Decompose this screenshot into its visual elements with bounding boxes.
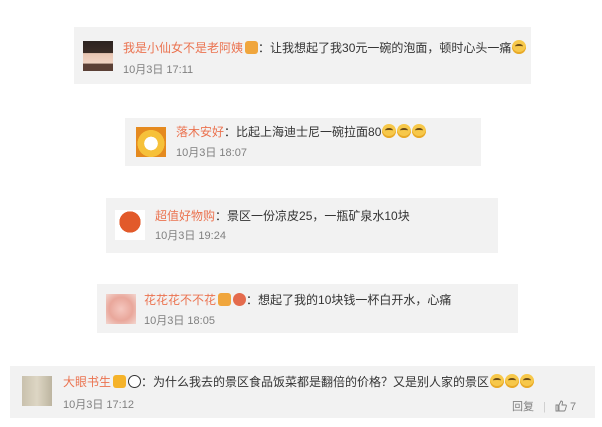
reply-button[interactable]: 回复 <box>512 401 534 413</box>
crown-badge-icon <box>218 293 232 306</box>
comment-username[interactable]: 花花花不不花 <box>144 293 216 307</box>
comment-time: 10月3日 17:11 <box>123 64 194 76</box>
comment-text: ：比起上海迪士尼一碗拉面80 <box>224 125 382 139</box>
comment-card: 超值好物购：景区一份凉皮25，一瓶矿泉水10块 10月3日 19:24 <box>106 198 498 253</box>
laugh-cry-emoji-icon <box>412 124 427 138</box>
comment-line: 我是小仙女不是老阿姨 ：让我想起了我30元一碗的泡面，顿时心头一痛 <box>123 40 527 56</box>
vip-badge-icon <box>113 375 127 388</box>
comment-line: 超值好物购：景区一份凉皮25，一瓶矿泉水10块 <box>155 208 410 224</box>
crown-badge-icon <box>245 41 259 54</box>
laugh-cry-emoji-icon <box>512 40 527 54</box>
comment-username[interactable]: 超值好物购 <box>155 209 215 223</box>
comment-username[interactable]: 大眼书生 <box>63 375 111 389</box>
comment-time: 10月3日 18:07 <box>176 147 247 159</box>
laugh-cry-emoji-icon <box>382 124 397 138</box>
thumbs-up-icon <box>555 400 567 412</box>
avatar[interactable] <box>22 376 52 406</box>
comment-time: 10月3日 17:12 <box>63 399 134 411</box>
laugh-cry-emoji-icon <box>397 124 412 138</box>
like-button[interactable]: 7 <box>555 400 577 413</box>
avatar[interactable] <box>115 210 145 240</box>
comment-line: 落木安好：比起上海迪士尼一碗拉面80 <box>176 124 427 140</box>
like-count: 7 <box>570 401 577 413</box>
comment-card: 花花花不不花 ：想起了我的10块钱一杯白开水，心痛 10月3日 18:05 <box>97 284 518 333</box>
comment-line: 大眼书生 ：为什么我去的景区食品饭菜都是翻倍的价格？又是别人家的景区 <box>63 374 535 390</box>
comment-time: 10月3日 18:05 <box>144 315 215 327</box>
laugh-cry-emoji-icon <box>520 374 535 388</box>
comment-actions: 回复 | 7 <box>512 400 577 413</box>
comment-card: 我是小仙女不是老阿姨 ：让我想起了我30元一碗的泡面，顿时心头一痛 10月3日 1… <box>74 27 531 84</box>
comment-username[interactable]: 落木安好 <box>176 125 224 139</box>
comment-time: 10月3日 19:24 <box>155 230 226 242</box>
comment-username[interactable]: 我是小仙女不是老阿姨 <box>123 41 243 55</box>
balloon-badge-icon <box>233 293 247 306</box>
comment-card: 落木安好：比起上海迪士尼一碗拉面80 10月3日 18:07 <box>125 118 481 166</box>
comment-text: ：景区一份凉皮25，一瓶矿泉水10块 <box>215 209 410 223</box>
laugh-cry-emoji-icon <box>505 374 520 388</box>
comment-text: ：想起了我的10块钱一杯白开水，心痛 <box>246 293 452 307</box>
avatar[interactable] <box>106 294 136 324</box>
avatar[interactable] <box>136 127 166 157</box>
laugh-cry-emoji-icon <box>490 374 505 388</box>
comment-text: ：让我想起了我30元一碗的泡面，顿时心头一痛 <box>258 41 512 55</box>
comment-line: 花花花不不花 ：想起了我的10块钱一杯白开水，心痛 <box>144 292 451 308</box>
avatar[interactable] <box>83 41 113 71</box>
comment-card: 大眼书生 ：为什么我去的景区食品饭菜都是翻倍的价格？又是别人家的景区 10月3日 … <box>10 366 595 418</box>
panda-badge-icon <box>128 375 142 388</box>
comment-text: ：为什么我去的景区食品饭菜都是翻倍的价格？又是别人家的景区 <box>141 375 490 389</box>
